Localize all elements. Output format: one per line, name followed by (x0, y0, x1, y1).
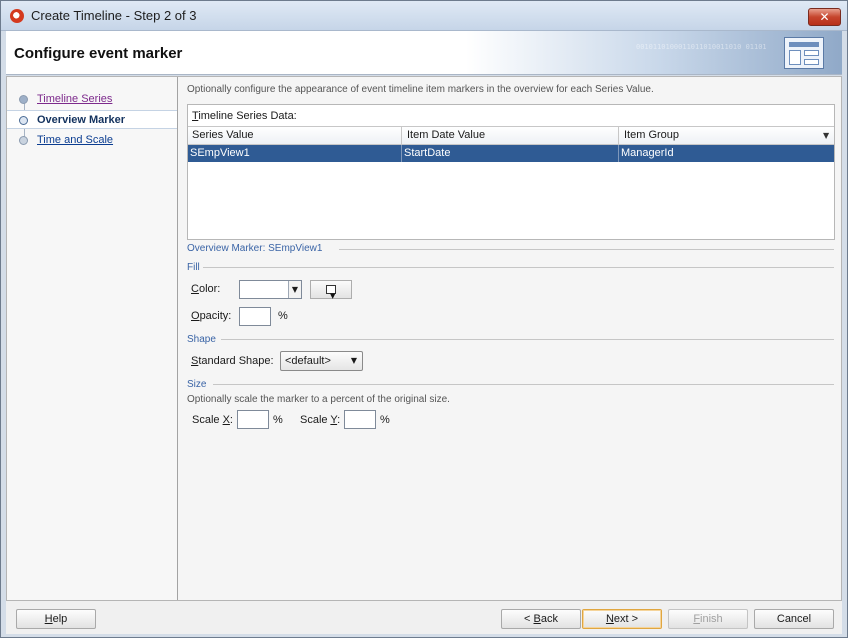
color-label: Color: (191, 283, 221, 295)
opacity-label: Opacity: (191, 310, 232, 322)
timeline-series-table: Timeline Series Data: Series Value Item … (187, 104, 835, 240)
standard-shape-label: Standard Shape: (191, 355, 274, 367)
page-hint: Optionally configure the appearance of e… (187, 84, 654, 95)
color-picker-button[interactable]: ▼ (310, 280, 352, 300)
step-dot-icon (19, 116, 28, 125)
opacity-unit: % (278, 310, 288, 322)
scale-x-unit: % (273, 414, 283, 426)
column-header-item-date-value[interactable]: Item Date Value (407, 129, 485, 141)
wizard-footer: Help < Back Next > Finish Cancel (6, 601, 842, 634)
wizard-window: Create Timeline - Step 2 of 3 ✕ Configur… (0, 0, 848, 638)
step-dot-icon (19, 136, 28, 145)
fill-section-title: Fill (187, 262, 200, 273)
back-button[interactable]: < Back (501, 609, 581, 629)
next-button[interactable]: Next > (582, 609, 662, 629)
divider (221, 339, 834, 340)
step-label: Overview Marker (37, 114, 126, 126)
wizard-body: Timeline Series Overview Marker Time and… (6, 76, 842, 601)
chevron-down-icon[interactable]: ▼ (288, 281, 301, 298)
color-dropdown[interactable]: ▼ (239, 280, 302, 299)
wizard-content: Optionally configure the appearance of e… (183, 77, 839, 600)
finish-button: Finish (668, 609, 748, 629)
step-dot-icon (19, 95, 28, 104)
close-button[interactable]: ✕ (808, 8, 841, 26)
overview-marker-title: Overview Marker: SEmpView1 (187, 243, 323, 254)
window-title: Create Timeline - Step 2 of 3 (31, 8, 197, 23)
column-header-series-value[interactable]: Series Value (192, 129, 254, 141)
column-header-item-group[interactable]: Item Group (624, 129, 679, 141)
chevron-down-icon: ▼ (330, 292, 336, 300)
standard-shape-dropdown[interactable]: <default> ▼ (280, 351, 363, 371)
cell-item-date-value[interactable]: StartDate (404, 147, 450, 159)
timeline-wizard-icon (784, 37, 824, 69)
step-timeline-series[interactable]: Timeline Series (7, 90, 177, 109)
step-label[interactable]: Time and Scale (37, 134, 113, 146)
column-menu-chevron-down-icon[interactable]: ▼ (823, 131, 829, 140)
cell-item-group[interactable]: ManagerId (621, 147, 674, 159)
title-bar: Create Timeline - Step 2 of 3 ✕ (1, 1, 847, 31)
step-time-and-scale[interactable]: Time and Scale (7, 131, 177, 150)
step-overview-marker[interactable]: Overview Marker (7, 110, 177, 129)
scale-y-unit: % (380, 414, 390, 426)
scale-x-label: Scale X: (192, 414, 233, 426)
app-icon (10, 9, 24, 23)
header-binary-decoration: 0010110100011011010011010 01101001001101 (636, 43, 766, 51)
shape-section-title: Shape (187, 334, 216, 345)
wizard-header: Configure event marker 00101101000110110… (6, 31, 842, 75)
table-row[interactable]: SEmpView1 StartDate ManagerId (188, 145, 834, 162)
help-button[interactable]: Help (16, 609, 96, 629)
divider (339, 249, 834, 250)
cancel-button[interactable]: Cancel (754, 609, 834, 629)
scale-y-label: Scale Y: (300, 414, 341, 426)
opacity-input[interactable] (239, 307, 271, 326)
step-label[interactable]: Timeline Series (37, 93, 112, 105)
size-hint: Optionally scale the marker to a percent… (187, 394, 450, 405)
cell-series-value[interactable]: SEmpView1 (190, 147, 250, 159)
scale-x-input[interactable] (237, 410, 269, 429)
divider (213, 384, 834, 385)
table-header: Series Value Item Date Value Item Group … (188, 126, 834, 145)
wizard-steps-nav: Timeline Series Overview Marker Time and… (7, 77, 178, 600)
divider (203, 267, 834, 268)
chevron-down-icon[interactable]: ▼ (351, 356, 357, 365)
size-section-title: Size (187, 379, 207, 390)
table-caption: Timeline Series Data: (192, 110, 297, 122)
scale-y-input[interactable] (344, 410, 376, 429)
page-title: Configure event marker (14, 45, 183, 62)
